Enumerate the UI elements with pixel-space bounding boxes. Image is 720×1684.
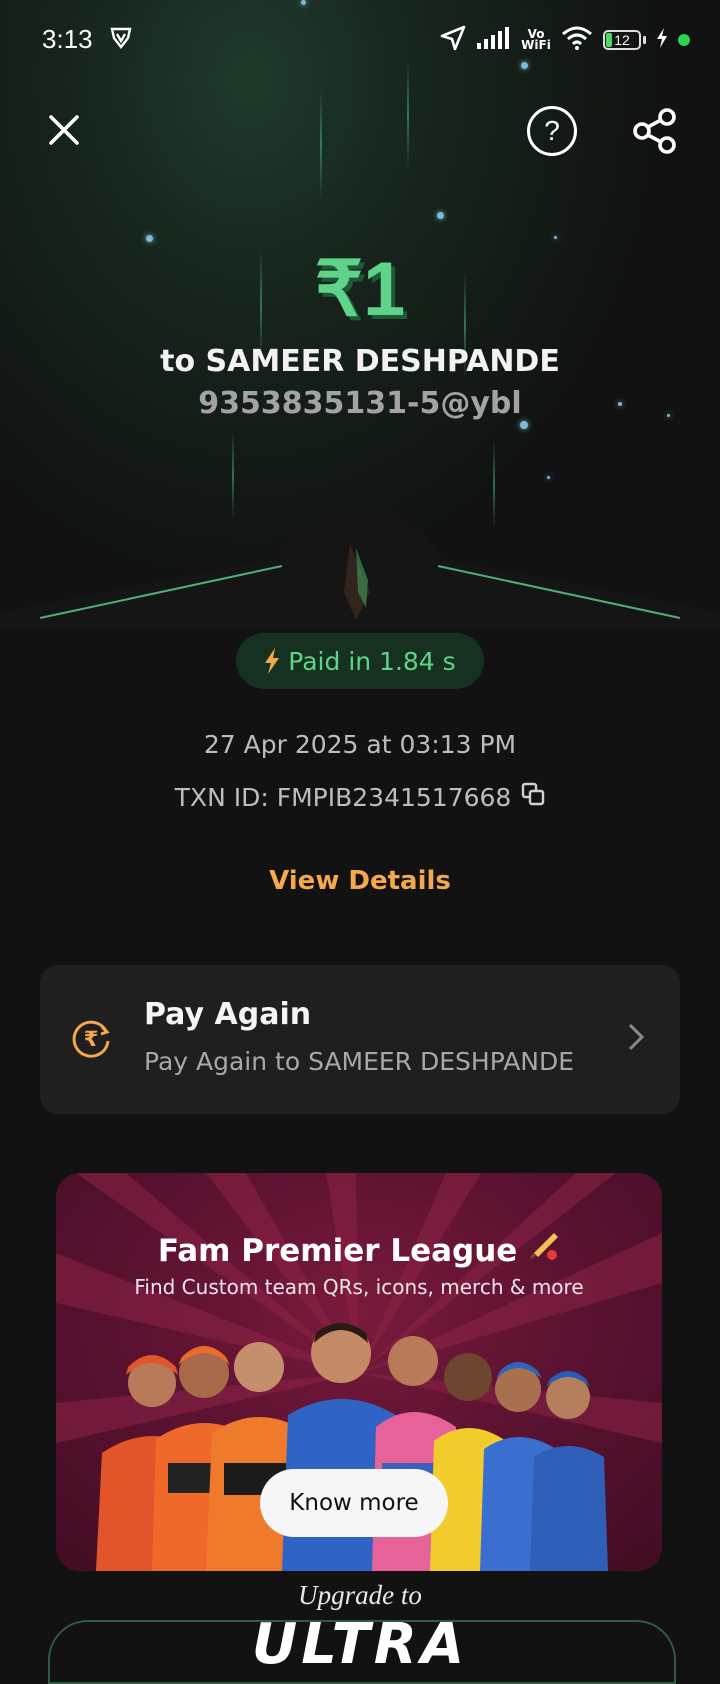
privacy-indicator-dot <box>678 34 690 46</box>
close-icon <box>49 115 79 145</box>
chevron-right-icon <box>626 1021 646 1057</box>
view-details-link[interactable]: View Details <box>0 866 720 896</box>
transaction-datetime: 27 Apr 2025 at 03:13 PM <box>203 730 517 759</box>
sparkle-dot <box>437 212 444 219</box>
payment-amount: ₹1 <box>314 247 406 332</box>
copy-icon[interactable] <box>521 782 545 812</box>
light-beam <box>320 90 322 200</box>
pay-again-subtitle: Pay Again to SAMEER DESHPANDE <box>144 1047 575 1076</box>
recipient-name: to SAMEER DESHPANDE <box>160 344 560 379</box>
svg-text:₹: ₹ <box>84 1027 99 1051</box>
signal-icon <box>477 27 511 53</box>
status-icons: Vo WiFi 12 <box>439 24 690 56</box>
pay-again-card[interactable]: ₹ Pay Again Pay Again to SAMEER DESHPAND… <box>40 965 680 1114</box>
recipient-upi-id: 9353835131-5@ybl <box>198 386 522 421</box>
know-more-button[interactable]: Know more <box>260 1469 448 1537</box>
sparkle-dot <box>554 236 557 239</box>
banner-title: Fam Premier League <box>56 1231 662 1269</box>
charging-icon <box>656 28 668 52</box>
sparkle-dot <box>520 421 528 429</box>
battery-tip <box>643 36 646 44</box>
bolt-icon <box>265 648 280 674</box>
vowifi-label: Vo WiFi <box>521 27 551 52</box>
fam-premier-league-banner[interactable]: Fam Premier League Find Custom team QRs,… <box>56 1173 662 1571</box>
paid-time-text: Paid in 1.84 s <box>288 646 456 676</box>
help-icon: ? <box>544 115 560 146</box>
share-button[interactable] <box>630 106 680 156</box>
cricket-bat-icon <box>528 1233 560 1269</box>
sparkle-dot <box>146 235 153 242</box>
sparkle-dot <box>547 476 550 479</box>
banner-subtitle: Find Custom team QRs, icons, merch & mor… <box>134 1275 584 1299</box>
paid-time-badge: Paid in 1.84 s <box>236 633 484 689</box>
upgrade-text: Upgrade to <box>298 1580 422 1610</box>
battery-level: 12 <box>614 32 630 48</box>
close-button[interactable] <box>42 108 86 152</box>
banner-title-text: Fam Premier League <box>157 1233 518 1269</box>
transaction-id: TXN ID: FMPIB2341517668 <box>174 782 512 812</box>
transaction-id-row: TXN ID: FMPIB2341517668 <box>0 782 720 812</box>
wifi-icon <box>561 26 593 54</box>
status-time: 3:13 <box>42 24 93 54</box>
share-icon <box>633 108 676 154</box>
ultra-text: ULTRA <box>251 1612 469 1677</box>
help-button[interactable]: ? <box>527 106 577 156</box>
success-wing-divider <box>0 508 720 630</box>
vpn-icon <box>110 26 132 54</box>
location-icon <box>439 24 467 56</box>
rupee-refresh-icon: ₹ <box>70 1017 112 1063</box>
battery-icon: 12 <box>603 30 641 50</box>
status-bar: 3:13 Vo WiFi 12 <box>0 0 720 80</box>
pay-again-title: Pay Again <box>144 997 312 1032</box>
